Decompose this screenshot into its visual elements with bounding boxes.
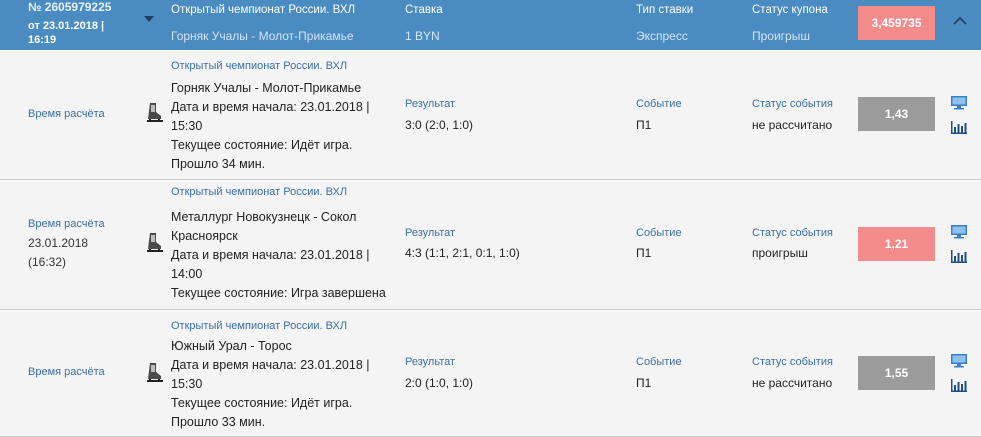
event-status-label: Статус события: [752, 98, 833, 110]
event-info-line: Дата и время начала: 23.01.2018 |: [171, 358, 370, 372]
settle-time-label: Время расчёта: [28, 218, 105, 230]
event-coefficient: 1,21: [858, 227, 935, 261]
result-value: 3:0 (2:0, 1:0): [405, 118, 474, 132]
bet-type-value: Экспресс: [636, 29, 688, 43]
event-value: П1: [636, 118, 652, 132]
coupon-date-line1: от 23.01.2018 |: [28, 20, 105, 32]
stake-label: Ставка: [405, 4, 443, 16]
event-info-line: Горняк Учалы - Молот-Прикамье: [171, 81, 362, 95]
statistics-icon[interactable]: [950, 119, 968, 135]
coupon-status-value: Проигрыш: [752, 29, 810, 43]
monitor-icon[interactable]: [950, 95, 968, 111]
coupon-coefficient: 3,459735: [858, 6, 935, 40]
result-label: Результат: [405, 98, 456, 110]
event-info-line: Дата и время начала: 23.01.2018 |: [171, 100, 370, 114]
event-label: Событие: [636, 356, 682, 368]
event-info-line: Дата и время начала: 23.01.2018 |: [171, 248, 370, 262]
event-status-value: не рассчитано: [752, 118, 833, 132]
event-championship: Открытый чемпионат России. ВХЛ: [171, 60, 348, 72]
event-label: Событие: [636, 227, 682, 239]
settle-time-label: Время расчёта: [28, 108, 105, 120]
event-info-line: 15:30: [171, 119, 203, 133]
event-info-line: Металлург Новокузнецк - Сокол: [171, 210, 357, 224]
event-info-line: Прошло 33 мин.: [171, 415, 266, 429]
event-coefficient: 1,43: [858, 97, 935, 131]
coupon-header[interactable]: № 2605979225 от 23.01.2018 | 16:19 Откры…: [0, 0, 981, 50]
coupon-date: от 23.01.2018 | 16:19: [28, 19, 104, 47]
event-info-line: Текущее состояние: Игра завершена: [171, 286, 386, 300]
coupon-number: № 2605979225: [28, 0, 112, 14]
event-championship: Открытый чемпионат России. ВХЛ: [171, 320, 348, 332]
event-championship: Открытый чемпионат России. ВХЛ: [171, 186, 348, 198]
result-label: Результат: [405, 227, 456, 239]
result-value: 4:3 (1:1, 2:1, 0:1, 1:0): [405, 246, 520, 260]
event-status-label: Статус события: [752, 227, 833, 239]
statistics-icon[interactable]: [950, 248, 968, 264]
event-coefficient: 1,55: [858, 356, 935, 390]
stake-value: 1 BYN: [405, 29, 440, 43]
settle-time-date: 23.01.2018: [28, 236, 89, 250]
bet-type-label: Тип ставки: [636, 4, 694, 16]
settle-time-label: Время расчёта: [28, 366, 105, 378]
monitor-icon[interactable]: [950, 224, 968, 240]
chevron-up-icon: [953, 16, 967, 25]
skate-icon: [146, 232, 164, 256]
event-info-line: 14:00: [171, 267, 203, 281]
statistics-icon[interactable]: [950, 377, 968, 393]
event-row: Время расчёта Открытый чемпионат России. …: [0, 311, 981, 437]
event-row: Время расчёта Открытый чемпионат России. …: [0, 51, 981, 180]
event-info-line: Текущее состояние: Идёт игра.: [171, 396, 353, 410]
event-info-line: Красноярск: [171, 229, 238, 243]
coupon-status-label: Статус купона: [752, 4, 828, 16]
coupon-date-line2: 16:19: [28, 34, 57, 46]
event-info-line: Текущее состояние: Идёт игра.: [171, 138, 353, 152]
event-label: Событие: [636, 98, 682, 110]
collapse-button[interactable]: [946, 6, 974, 40]
skate-icon: [146, 362, 164, 386]
event-status-label: Статус события: [752, 356, 833, 368]
event-info-line: 15:30: [171, 377, 203, 391]
result-label: Результат: [405, 356, 456, 368]
skate-icon: [146, 102, 164, 126]
event-row: Время расчёта 23.01.2018 (16:32) Открытый ч…: [0, 181, 981, 310]
result-value: 2:0 (1:0, 1:0): [405, 376, 474, 390]
monitor-icon[interactable]: [950, 353, 968, 369]
championship-label: Открытый чемпионат России. ВХЛ: [171, 4, 356, 16]
caret-down-icon[interactable]: [144, 16, 154, 22]
event-info-line: Прошло 34 мин.: [171, 157, 266, 171]
event-status-value: не рассчитано: [752, 376, 833, 390]
event-value: П1: [636, 376, 652, 390]
coupon-match: Горняк Учалы - Молот-Прикамье: [171, 29, 354, 43]
settle-time-hour: (16:32): [28, 255, 67, 269]
event-info-line: Южный Урал - Торос: [171, 339, 292, 353]
event-value: П1: [636, 246, 652, 260]
event-status-value: проигрыш: [752, 246, 808, 260]
